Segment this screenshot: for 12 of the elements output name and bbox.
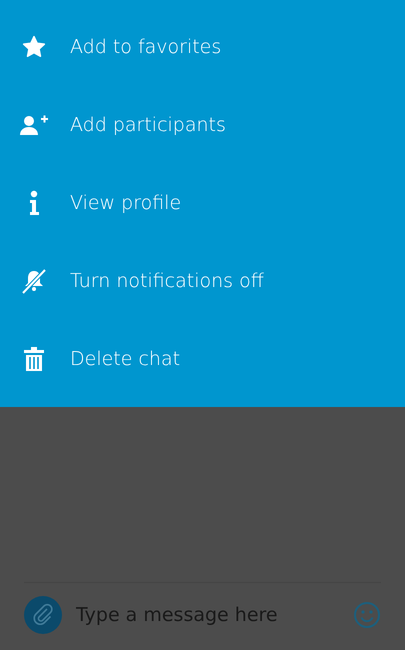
- paperclip-icon[interactable]: [24, 596, 62, 634]
- star-icon: [21, 34, 47, 60]
- menu-item[interactable]: Turn notifications off: [0, 242, 405, 320]
- info-icon: [28, 190, 40, 216]
- trash-icon: [24, 347, 44, 371]
- bell-off-icon: [21, 268, 47, 294]
- menu-item[interactable]: Delete chat: [0, 320, 405, 398]
- menu-item[interactable]: Add to favorites: [0, 8, 405, 86]
- add-person-icon: [19, 114, 49, 136]
- menu-item[interactable]: View profile: [0, 164, 405, 242]
- smiley-icon[interactable]: [353, 600, 381, 628]
- menu-item[interactable]: Add participants: [0, 86, 405, 164]
